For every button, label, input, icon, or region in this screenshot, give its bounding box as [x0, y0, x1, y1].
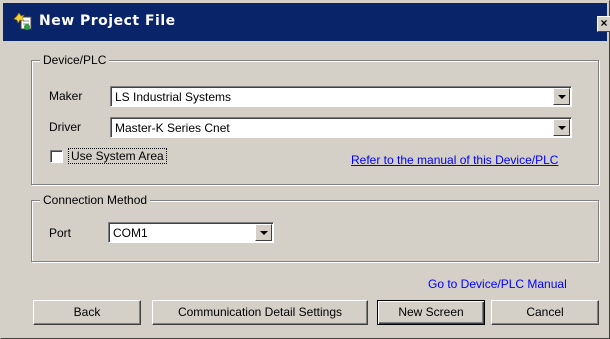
connection-method-legend: Connection Method — [40, 193, 151, 207]
chevron-down-icon[interactable] — [553, 88, 570, 105]
port-select[interactable]: COM1 — [108, 222, 274, 243]
chevron-down-icon[interactable] — [553, 119, 570, 136]
goto-device-manual-link[interactable]: Go to Device/PLC Manual — [428, 277, 567, 291]
new-screen-button[interactable]: New Screen — [377, 300, 485, 325]
driver-value: Master-K Series Cnet — [115, 121, 230, 135]
driver-select[interactable]: Master-K Series Cnet — [110, 117, 572, 138]
back-button[interactable]: Back — [33, 300, 141, 325]
port-value: COM1 — [113, 226, 148, 240]
cancel-button[interactable]: Cancel — [491, 300, 599, 325]
maker-value: LS Industrial Systems — [115, 90, 232, 104]
use-system-area-label[interactable]: Use System Area — [68, 148, 167, 164]
title-bar[interactable]: New Project File × — [3, 3, 610, 41]
new-project-file-dialog: New Project File × Device/PLC Maker LS I… — [0, 0, 610, 339]
port-label: Port — [49, 226, 72, 240]
maker-label: Maker — [49, 89, 83, 103]
dialog-title: New Project File — [39, 13, 176, 29]
device-manual-link[interactable]: Refer to the manual of this Device/PLC — [351, 153, 558, 167]
chevron-down-icon[interactable] — [255, 224, 272, 241]
maker-select[interactable]: LS Industrial Systems — [110, 86, 572, 107]
communication-detail-settings-button[interactable]: Communication Detail Settings — [152, 300, 368, 325]
device-plc-legend: Device/PLC — [40, 53, 110, 67]
driver-label: Driver — [49, 120, 81, 134]
close-icon[interactable]: × — [597, 16, 610, 32]
project-file-icon — [13, 12, 33, 32]
use-system-area-checkbox[interactable] — [50, 150, 63, 163]
